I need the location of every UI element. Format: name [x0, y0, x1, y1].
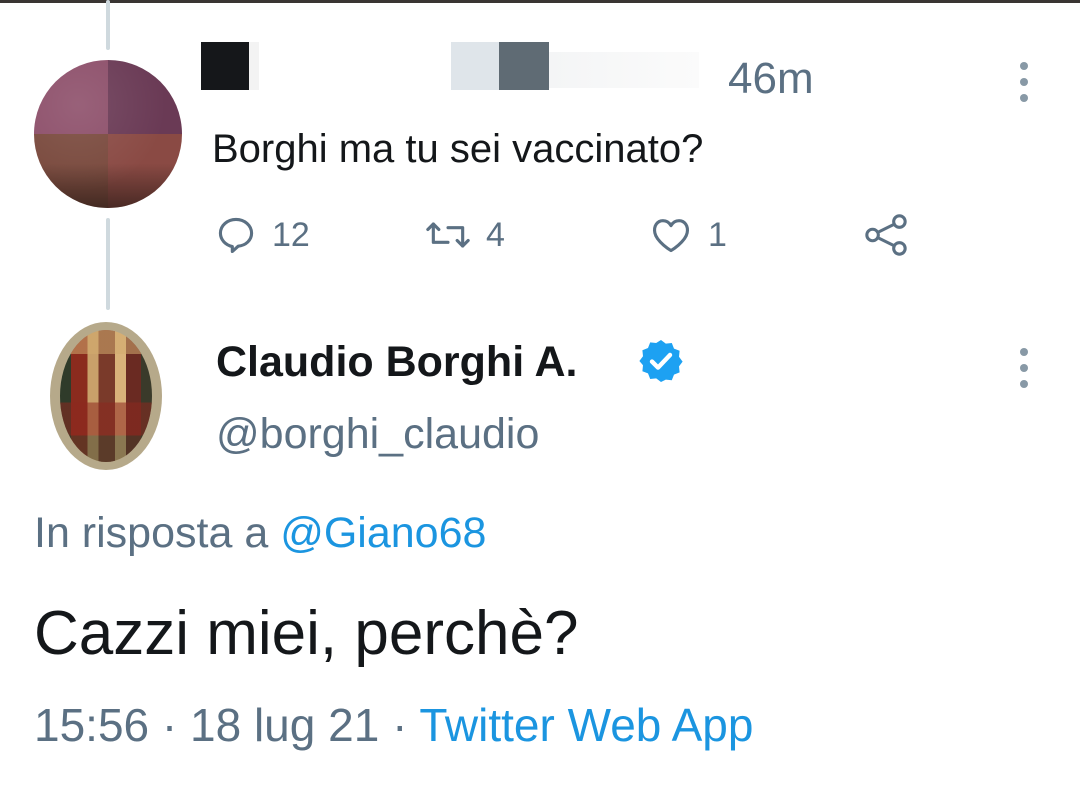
redaction-block — [201, 42, 249, 90]
redaction-block — [499, 42, 549, 90]
like-button[interactable]: 1 — [648, 212, 727, 258]
like-icon — [653, 219, 689, 253]
author-handle[interactable]: @borghi_claudio — [216, 410, 539, 459]
retweet-button[interactable]: 4 — [424, 212, 505, 258]
author-name[interactable]: Claudio Borghi A. — [216, 338, 578, 387]
like-count: 1 — [708, 215, 727, 254]
more-icon[interactable] — [1018, 348, 1030, 388]
reply-count: 12 — [272, 215, 310, 254]
verified-badge-icon — [639, 340, 683, 382]
avatar-artwork — [60, 330, 152, 462]
more-icon[interactable] — [1018, 62, 1030, 102]
tweet-date[interactable]: 18 lug 21 — [190, 699, 379, 751]
tweet-time[interactable]: 15:56 — [34, 699, 149, 751]
share-button[interactable] — [862, 212, 910, 258]
reply-button[interactable]: 12 — [214, 212, 310, 258]
top-border — [0, 0, 1080, 3]
thread-line-top — [106, 0, 110, 50]
parent-tweet-text: Borghi ma tu sei vaccinato? — [212, 127, 704, 171]
redaction-block — [549, 52, 699, 88]
parent-avatar[interactable] — [34, 60, 182, 208]
tweet-source-link[interactable]: Twitter Web App — [419, 699, 753, 751]
meta-separator: · — [392, 699, 408, 751]
retweet-count: 4 — [486, 215, 505, 254]
redaction-block — [249, 42, 259, 90]
parent-timestamp[interactable]: 46m — [728, 54, 814, 104]
retweet-icon — [426, 222, 470, 248]
share-icon — [865, 214, 907, 256]
redaction-block — [451, 42, 499, 90]
thread-line-middle — [106, 218, 110, 310]
tweet-metadata: 15:56 · 18 lug 21 · Twitter Web App — [34, 698, 753, 752]
reply-prefix: In risposta a — [34, 509, 269, 557]
reply-mention-link[interactable]: @Giano68 — [280, 509, 486, 557]
author-avatar[interactable] — [50, 322, 162, 470]
meta-separator: · — [161, 699, 178, 751]
reply-context: In risposta a @Giano68 — [34, 509, 486, 558]
reply-icon — [218, 217, 254, 254]
tweet-text: Cazzi miei, perchè? — [34, 599, 579, 668]
